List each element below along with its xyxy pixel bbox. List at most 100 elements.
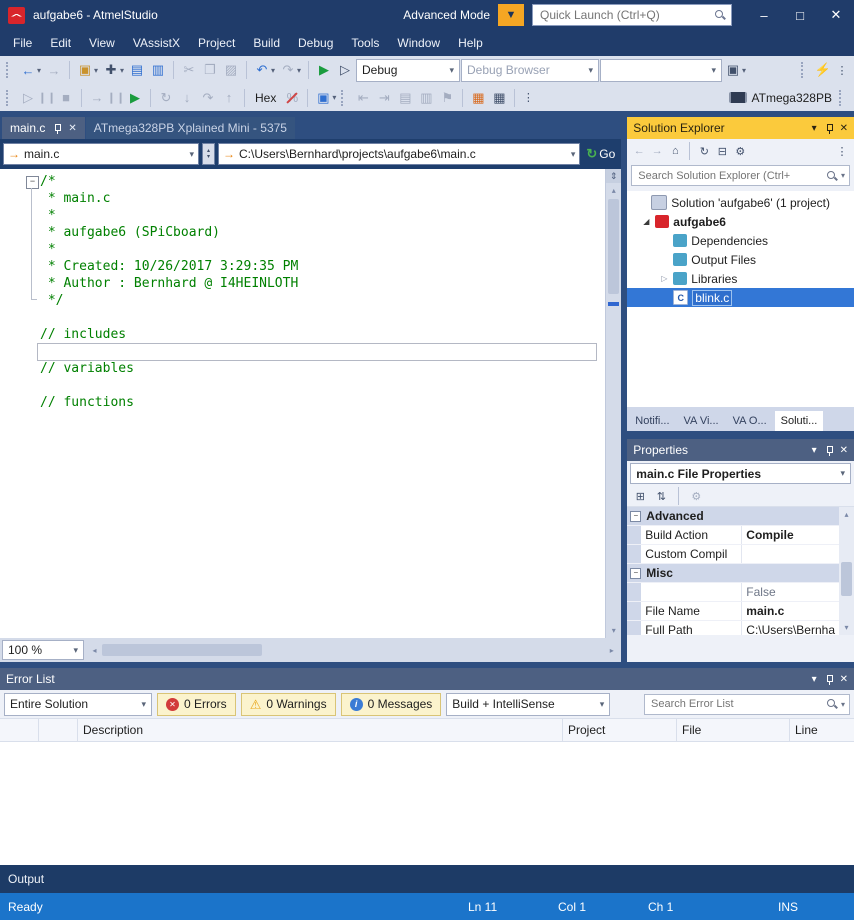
collapse-region-icon[interactable]: − xyxy=(26,176,39,189)
toolbar-overflow-icon[interactable]: ⋮ xyxy=(834,62,850,78)
scrollbar-thumb[interactable] xyxy=(841,562,852,596)
collapse-icon[interactable]: − xyxy=(630,568,641,579)
zoom-combo[interactable]: 100 % ▾ xyxy=(2,640,84,660)
error-list-titlebar[interactable]: Error List ▾ ✕ xyxy=(0,668,854,690)
tree-item-blink-c[interactable]: C blink.c xyxy=(627,288,854,307)
file-path-combo[interactable]: → C:\Users\Bernhard\projects\aufgabe6\ma… xyxy=(218,143,580,165)
forward-icon[interactable]: → xyxy=(649,143,665,159)
collapse-icon[interactable]: − xyxy=(630,511,641,522)
collapse-all-icon[interactable]: ⊟ xyxy=(714,143,730,159)
start-debugging-icon[interactable]: ▶ xyxy=(314,60,334,80)
column-file[interactable]: File xyxy=(677,719,790,741)
menu-help[interactable]: Help xyxy=(449,32,492,54)
categorized-icon[interactable]: ⊞ xyxy=(632,488,648,504)
find-in-files-icon[interactable]: ▣ xyxy=(723,60,743,80)
undo-icon[interactable]: ↶ xyxy=(252,60,272,80)
copy-icon[interactable]: ❐ xyxy=(200,60,220,80)
error-search-input[interactable] xyxy=(649,697,823,711)
property-pages-icon[interactable]: ⚙ xyxy=(688,488,704,504)
scroll-right-icon[interactable]: ▸ xyxy=(604,643,619,658)
category-row-advanced[interactable]: − Advanced xyxy=(627,507,839,526)
advanced-mode-toggle[interactable]: ▼ xyxy=(498,4,524,26)
toolbar-grip[interactable] xyxy=(6,62,13,78)
error-scope-combo[interactable]: Entire Solution ▾ xyxy=(4,693,152,716)
search-target-combo[interactable]: ▾ xyxy=(600,59,722,82)
cut-icon[interactable]: ✂ xyxy=(179,60,199,80)
close-icon[interactable]: ✕ xyxy=(840,674,848,685)
scrollbar-thumb[interactable] xyxy=(608,199,619,294)
debug-browser-combo[interactable]: Debug Browser ▾ xyxy=(461,59,599,82)
error-list-body[interactable] xyxy=(0,742,854,865)
warnings-filter-button[interactable]: ⚠ 0 Warnings xyxy=(241,693,336,716)
navigate-forward-icon[interactable]: → xyxy=(44,60,64,80)
error-source-combo[interactable]: Build + IntelliSense ▾ xyxy=(446,693,610,716)
quick-launch-box[interactable] xyxy=(532,4,732,26)
errors-filter-button[interactable]: ✕ 0 Errors xyxy=(157,693,236,716)
split-window-handle[interactable]: ⇕ xyxy=(606,169,621,183)
tree-item-output-files[interactable]: Output Files xyxy=(627,250,854,269)
solution-configuration-combo[interactable]: Debug ▾ xyxy=(356,59,460,82)
menu-edit[interactable]: Edit xyxy=(41,32,80,54)
save-icon[interactable]: ▤ xyxy=(127,60,147,80)
column-line[interactable]: Line xyxy=(790,719,854,741)
step-over-icon[interactable]: ↷ xyxy=(198,88,218,108)
solution-search-input[interactable] xyxy=(636,169,823,183)
messages-filter-button[interactable]: i 0 Messages xyxy=(341,693,442,716)
show-next-statement-icon[interactable]: ▷ xyxy=(18,88,38,108)
tree-item-solution[interactable]: Solution 'aufgabe6' (1 project) xyxy=(627,193,854,212)
window-position-icon[interactable]: ▾ xyxy=(812,445,817,456)
scope-combo[interactable]: → main.c ▾ xyxy=(3,143,199,165)
column-description[interactable]: Description xyxy=(78,719,563,741)
error-category-column-header[interactable] xyxy=(0,719,39,741)
sync-with-active-document-icon[interactable]: ↻ xyxy=(696,143,712,159)
close-button[interactable]: ✕ xyxy=(818,0,854,30)
menu-tools[interactable]: Tools xyxy=(342,32,388,54)
redo-icon[interactable]: ↷ xyxy=(278,60,298,80)
tree-item-libraries[interactable]: ▷ Libraries xyxy=(627,269,854,288)
properties-titlebar[interactable]: Properties ▾ ✕ xyxy=(627,439,854,461)
tab-device-page[interactable]: ATmega328PB Xplained Mini - 5375 xyxy=(86,117,295,139)
property-row-file-name[interactable]: File Name main.c xyxy=(627,602,839,621)
scroll-left-icon[interactable]: ◂ xyxy=(87,643,102,658)
close-icon[interactable]: ✕ xyxy=(68,123,76,134)
restart-icon[interactable]: ↻ xyxy=(156,88,176,108)
toolbar-grip[interactable] xyxy=(6,90,13,106)
paste-icon[interactable]: ▨ xyxy=(221,60,241,80)
properties-object-combo[interactable]: main.c File Properties ▾ xyxy=(630,463,851,484)
device-tools-icon[interactable]: ▦ xyxy=(489,88,509,108)
error-icon-column-header[interactable] xyxy=(39,719,78,741)
chevron-down-icon[interactable]: ▾ xyxy=(841,700,845,709)
device-selection[interactable]: ATmega328PB xyxy=(729,90,851,106)
menu-debug[interactable]: Debug xyxy=(289,32,342,54)
vertical-scrollbar[interactable]: ⇕ ▴ ▾ xyxy=(605,169,621,638)
close-icon[interactable]: ✕ xyxy=(840,445,848,456)
menu-project[interactable]: Project xyxy=(189,32,244,54)
scroll-up-icon[interactable]: ▴ xyxy=(839,507,854,522)
comment-icon[interactable]: ▤ xyxy=(395,88,415,108)
tab-main-c[interactable]: main.c ✕ xyxy=(2,117,85,139)
tab-notifications[interactable]: Notifi... xyxy=(629,411,675,431)
tab-va-view[interactable]: VA Vi... xyxy=(678,411,725,431)
menu-window[interactable]: Window xyxy=(388,32,449,54)
break-all-icon[interactable]: ❙❙ xyxy=(39,90,55,106)
pause-icon[interactable]: ❙❙ xyxy=(108,90,124,106)
chevron-down-icon[interactable]: ▾ xyxy=(841,171,845,180)
scroll-down-icon[interactable]: ▾ xyxy=(839,620,854,635)
expanded-arrow-icon[interactable]: ◢ xyxy=(641,217,651,226)
tab-va-outline[interactable]: VA O... xyxy=(727,411,773,431)
menu-vassistx[interactable]: VAssistX xyxy=(124,32,189,54)
properties-icon[interactable]: ⚙ xyxy=(732,143,748,159)
increase-indent-icon[interactable]: ⇥ xyxy=(374,88,394,108)
pin-icon[interactable] xyxy=(823,123,834,134)
go-button[interactable]: ↻ Go xyxy=(583,146,618,162)
run-to-cursor-icon[interactable]: → xyxy=(87,88,107,108)
toolbar-grip[interactable] xyxy=(839,90,846,106)
solution-search-box[interactable]: ▾ xyxy=(631,165,850,186)
vassistx-icon[interactable]: ⚡ xyxy=(813,60,833,80)
step-out-icon[interactable]: ↑ xyxy=(219,88,239,108)
scrollbar-thumb[interactable] xyxy=(102,644,262,656)
horizontal-scrollbar[interactable]: ◂ ▸ xyxy=(87,642,619,658)
status-insert-mode[interactable]: INS xyxy=(778,900,812,914)
column-project[interactable]: Project xyxy=(563,719,677,741)
scroll-down-icon[interactable]: ▾ xyxy=(606,623,621,638)
